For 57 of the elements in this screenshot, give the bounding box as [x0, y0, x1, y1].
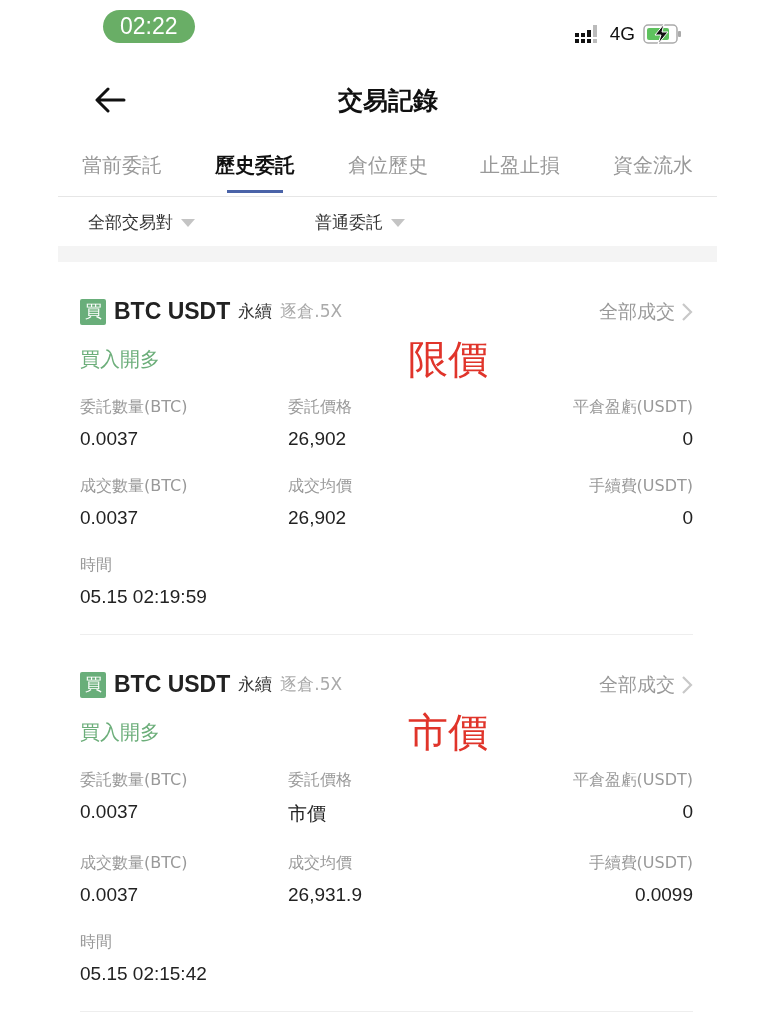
- all-filled-link[interactable]: 全部成交: [599, 671, 693, 698]
- field-label: 成交均價: [288, 476, 353, 497]
- annotation-text: 市價: [408, 707, 488, 757]
- margin-mode: 逐倉.5X: [280, 673, 343, 696]
- tab[interactable]: 止盈止損: [480, 140, 561, 196]
- caret-icon: [391, 218, 405, 227]
- field-label: 委託數量(BTC): [80, 770, 189, 791]
- page-title: 交易記錄: [336, 84, 439, 117]
- status-time: 02:22: [103, 9, 195, 43]
- chevron-right-icon: [681, 674, 693, 695]
- field-value: 0.0037: [80, 884, 140, 906]
- field-label: 平倉盈虧(USDT): [572, 770, 693, 791]
- field-label: 手續費(USDT): [588, 853, 693, 874]
- field-value: 市價: [288, 802, 327, 826]
- field-label: 時間: [80, 555, 113, 576]
- field-label: 平倉盈虧(USDT): [572, 397, 693, 418]
- field-label: 委託數量(BTC): [80, 397, 189, 418]
- field-label: 成交數量(BTC): [80, 476, 189, 497]
- field-value: 0.0037: [80, 801, 140, 823]
- buy-badge: 買: [80, 298, 106, 325]
- caret-icon: [181, 218, 195, 227]
- field-value: 0: [682, 428, 693, 450]
- tab[interactable]: 倉位歷史: [347, 140, 428, 196]
- filter-dropdown[interactable]: 全部交易對: [88, 211, 195, 234]
- field-label: 委託價格: [288, 397, 353, 418]
- symbol: BTC USDT: [114, 298, 231, 325]
- filter-dropdown[interactable]: 普通委託: [315, 211, 405, 234]
- chevron-right-icon: [681, 301, 693, 322]
- back-button[interactable]: [94, 87, 126, 113]
- order-side: 買入開多: [80, 718, 161, 746]
- all-filled-link[interactable]: 全部成交: [599, 298, 693, 325]
- field-value: 0.0099: [634, 884, 693, 906]
- field-label: 時間: [80, 932, 113, 953]
- order-side: 買入開多: [80, 345, 161, 373]
- contract-type: 永續: [238, 300, 273, 323]
- field-value: 26,931.9: [288, 884, 363, 906]
- field-value: 0.0037: [80, 507, 140, 529]
- tab[interactable]: 當前委託: [82, 140, 162, 196]
- field-value: 0.0037: [80, 428, 140, 450]
- field-value: 0: [682, 801, 693, 823]
- tab[interactable]: 資金流水: [613, 140, 693, 196]
- field-label: 成交均價: [288, 853, 353, 874]
- field-value: 26,902: [288, 428, 348, 450]
- margin-mode: 逐倉.5X: [280, 300, 343, 323]
- battery-charging-icon: [643, 23, 683, 45]
- field-value: 05.15 02:15:42: [80, 963, 208, 985]
- field-label: 成交數量(BTC): [80, 853, 189, 874]
- field-value: 05.15 02:19:59: [80, 586, 208, 608]
- buy-badge: 買: [80, 671, 106, 698]
- field-label: 委託價格: [288, 770, 353, 791]
- symbol: BTC USDT: [114, 671, 231, 698]
- field-value: 26,902: [288, 507, 348, 529]
- annotation-text: 限價: [408, 334, 488, 384]
- contract-type: 永續: [238, 673, 273, 696]
- field-label: 手續費(USDT): [588, 476, 693, 497]
- field-value: 0: [682, 507, 693, 529]
- network-label: 4G: [609, 23, 635, 45]
